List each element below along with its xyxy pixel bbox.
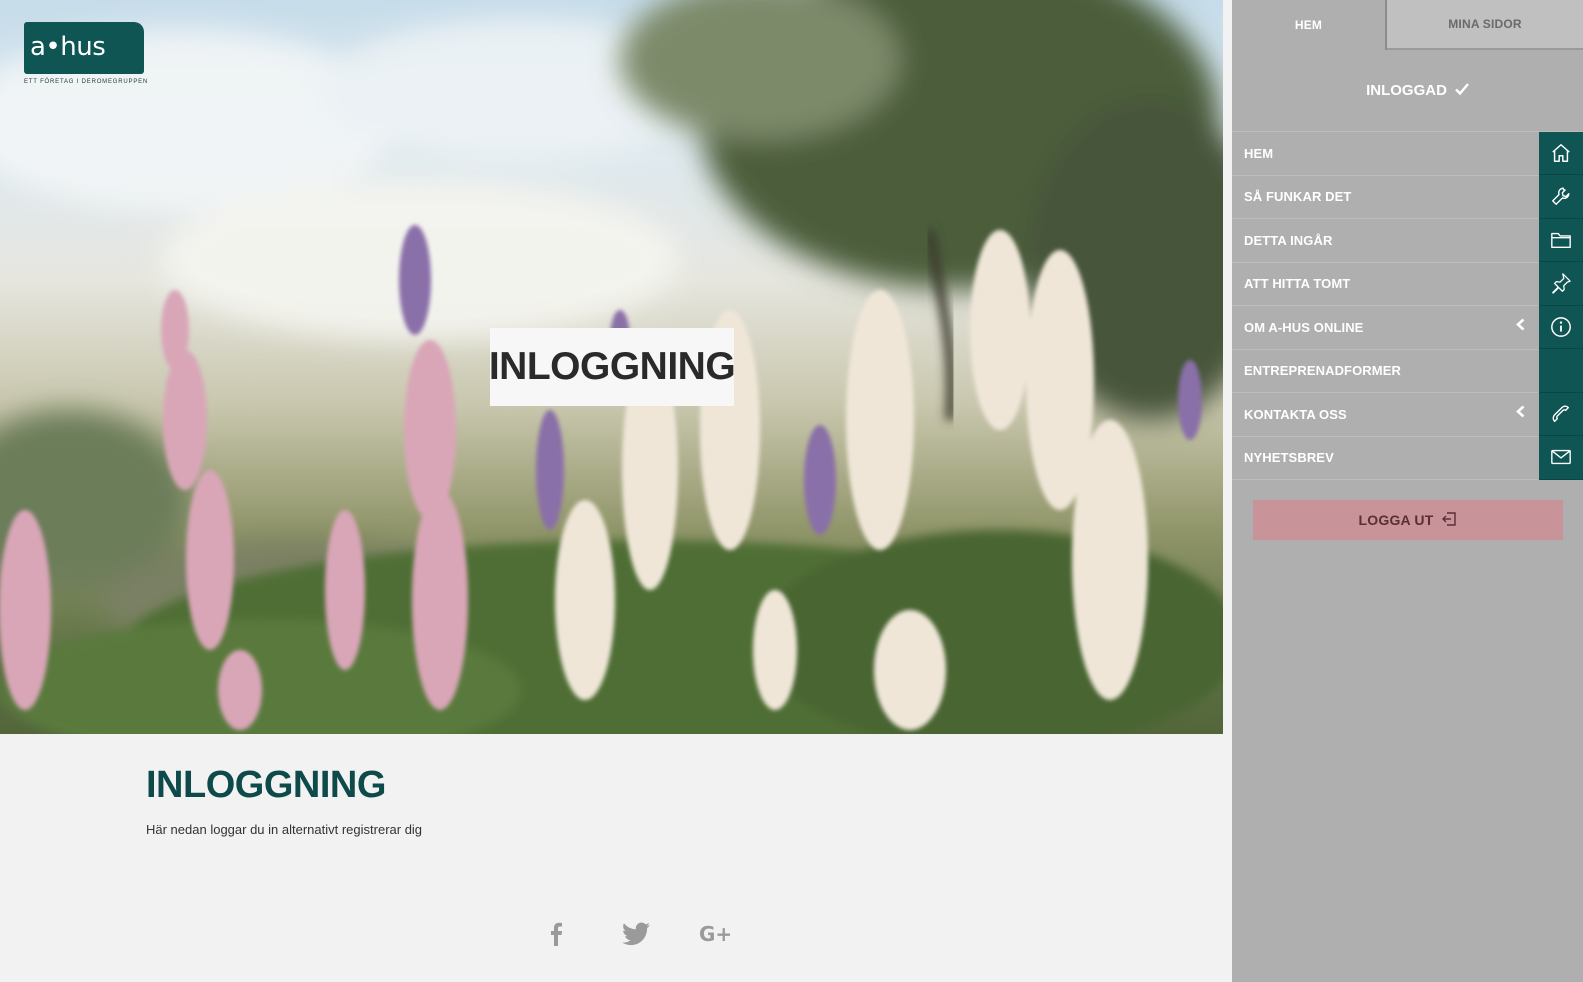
google-plus-icon[interactable]: G+ <box>676 916 756 952</box>
sidebar-item-om-a-hus-online[interactable]: OM A-HUS ONLINE <box>1232 305 1583 350</box>
pin-icon[interactable] <box>1539 262 1583 306</box>
sidebar: HEM MINA SIDOR INLOGGAD HEM SÅ FUNKAR DE… <box>1232 0 1583 982</box>
sidebar-item-label: SÅ FUNKAR DET <box>1244 189 1352 205</box>
login-status: INLOGGAD <box>1232 50 1583 131</box>
sidebar-item-detta-ingar[interactable]: DETTA INGÅR <box>1232 218 1583 263</box>
sidebar-item-label: NYHETSBREV <box>1244 450 1334 466</box>
social-login: G+ <box>516 916 756 952</box>
hero-title: INLOGGNING <box>489 328 736 406</box>
logout-icon <box>1441 511 1457 530</box>
checkmark-icon <box>1455 82 1469 99</box>
twitter-icon[interactable] <box>596 916 676 952</box>
sidebar-item-entreprenadformer[interactable]: ENTREPRENADFORMER <box>1232 349 1583 393</box>
sidebar-item-label: ATT HITTA TOMT <box>1244 276 1351 292</box>
sidebar-item-label: OM A-HUS ONLINE <box>1244 319 1364 335</box>
hero-image: a•hus ETT FÖRETAG I DEROMEGRUPPEN INLOGG… <box>0 0 1223 734</box>
sidebar-item-sa-funkar-det[interactable]: SÅ FUNKAR DET <box>1232 175 1583 219</box>
logo-tagline: ETT FÖRETAG I DEROMEGRUPPEN <box>24 79 149 85</box>
tab-mina-sidor[interactable]: MINA SIDOR <box>1387 0 1583 50</box>
empty-icon-slot <box>1539 349 1583 393</box>
page-title: INLOGGNING <box>146 764 386 806</box>
chevron-left-icon[interactable] <box>1516 318 1525 336</box>
sidebar-item-hem[interactable]: HEM <box>1232 131 1583 176</box>
sidebar-tabs: HEM MINA SIDOR <box>1232 0 1583 50</box>
sidebar-item-label: ENTREPRENADFORMER <box>1244 363 1401 379</box>
sidebar-item-kontakta-oss[interactable]: KONTAKTA OSS <box>1232 392 1583 437</box>
chevron-left-icon[interactable] <box>1516 405 1525 423</box>
phone-icon[interactable] <box>1539 392 1583 436</box>
facebook-icon[interactable] <box>516 916 596 952</box>
folder-icon[interactable] <box>1539 218 1583 262</box>
login-status-label: INLOGGAD <box>1366 82 1447 99</box>
logo-mark: a•hus <box>24 22 144 74</box>
sidebar-item-att-hitta-tomt[interactable]: ATT HITTA TOMT <box>1232 262 1583 306</box>
sidebar-item-label: DETTA INGÅR <box>1244 232 1333 248</box>
logout-label: LOGGA UT <box>1358 512 1434 528</box>
svg-text:G+: G+ <box>699 923 732 945</box>
main-content: INLOGGNING Här nedan loggar du in altern… <box>0 734 1223 982</box>
logout-button[interactable]: LOGGA UT <box>1253 500 1563 540</box>
tab-hem[interactable]: HEM <box>1232 0 1387 50</box>
wrench-icon[interactable] <box>1539 175 1583 219</box>
sidebar-item-label: HEM <box>1244 145 1274 161</box>
main-menu: HEM SÅ FUNKAR DET DETTA INGÅR ATT HITTA … <box>1232 131 1583 480</box>
info-icon[interactable] <box>1539 305 1583 349</box>
sidebar-item-nyhetsbrev[interactable]: NYHETSBREV <box>1232 436 1583 480</box>
mail-icon[interactable] <box>1539 436 1583 480</box>
sidebar-item-label: KONTAKTA OSS <box>1244 406 1347 422</box>
page-subtitle: Här nedan loggar du in alternativt regis… <box>146 822 423 837</box>
home-icon[interactable] <box>1539 131 1583 175</box>
logo[interactable]: a•hus ETT FÖRETAG I DEROMEGRUPPEN <box>24 22 149 85</box>
